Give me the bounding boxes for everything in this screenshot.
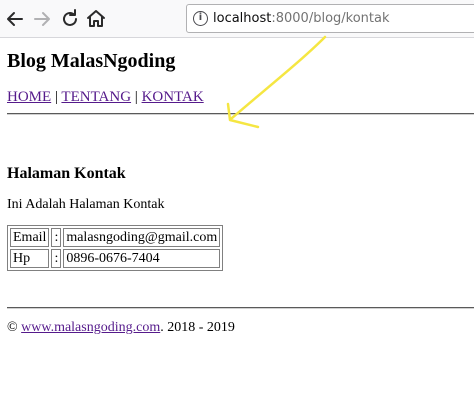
nav-separator: |: [54, 89, 58, 105]
table-cell-separator: :: [51, 249, 62, 268]
table-cell-separator: :: [51, 228, 62, 247]
table-cell-label: Hp: [10, 249, 50, 268]
table-cell-value: 0896-0676-7404: [63, 249, 221, 268]
home-icon[interactable]: [84, 7, 108, 31]
url-host: localhost: [213, 11, 272, 26]
footer-divider: [7, 307, 474, 309]
table-cell-label: Email: [10, 228, 50, 247]
intro-text: Ini Adalah Halaman Kontak: [7, 197, 165, 212]
footer-link[interactable]: www.malasngoding.com: [21, 320, 160, 335]
footer-years: . 2018 - 2019: [160, 320, 235, 335]
nav-link-tentang[interactable]: TENTANG: [61, 89, 131, 105]
nav-link-kontak[interactable]: KONTAK: [142, 89, 204, 105]
back-arrow-icon[interactable]: [3, 7, 27, 31]
header-divider: [7, 113, 474, 115]
table-cell-value: malasngoding@gmail.com: [63, 228, 221, 247]
footer: © www.malasngoding.com. 2018 - 2019: [7, 320, 235, 336]
url-bar[interactable]: i localhost:8000/blog/kontak: [186, 4, 474, 33]
page-heading: Halaman Kontak: [7, 165, 126, 182]
nav-menu: HOME | TENTANG | KONTAK: [7, 89, 204, 106]
browser-toolbar: i localhost:8000/blog/kontak: [0, 0, 474, 38]
info-icon[interactable]: i: [193, 11, 208, 26]
forward-arrow-icon[interactable]: [30, 7, 54, 31]
reload-icon[interactable]: [58, 7, 82, 31]
nav-separator: |: [134, 89, 138, 105]
site-title: Blog MalasNgoding: [7, 50, 176, 72]
url-path: :8000/blog/kontak: [271, 11, 390, 26]
page-content: Blog MalasNgoding HOME | TENTANG | KONTA…: [0, 38, 474, 397]
nav-link-home[interactable]: HOME: [7, 89, 51, 105]
contact-table: Email : malasngoding@gmail.com Hp : 0896…: [7, 225, 224, 271]
copyright-symbol: ©: [7, 320, 18, 335]
table-row: Email : malasngoding@gmail.com: [10, 228, 221, 247]
table-row: Hp : 0896-0676-7404: [10, 249, 221, 268]
